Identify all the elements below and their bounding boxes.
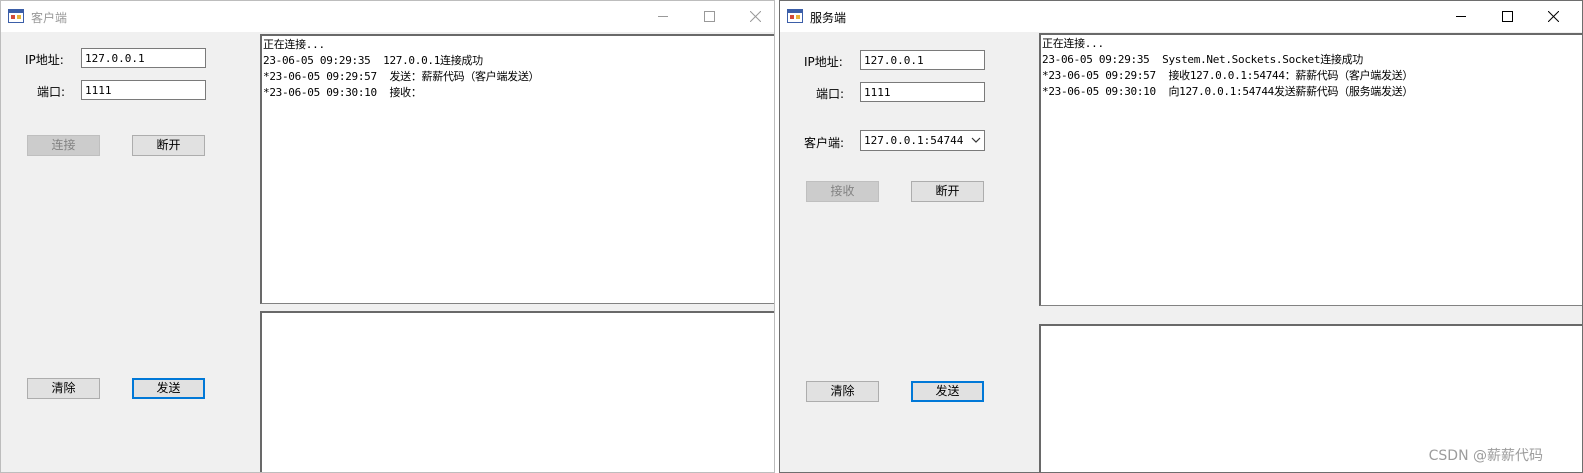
ip-input[interactable]: 127.0.0.1 [860, 50, 985, 70]
log-line: *23-06-05 09:29:57 发送：薪薪代码（客户端发送） [263, 70, 540, 83]
maximize-button[interactable] [1485, 1, 1531, 32]
clear-button[interactable]: 清除 [806, 381, 879, 402]
send-textbox[interactable] [260, 311, 774, 472]
client-label: 客户端: [804, 136, 845, 150]
close-icon [1548, 11, 1559, 22]
minimize-icon [658, 16, 668, 17]
port-label: 端口: [37, 85, 66, 99]
receive-button[interactable]: 接收 [806, 181, 879, 202]
window-title: 服务端 [810, 11, 847, 25]
log-textbox[interactable]: 正在连接... 23-06-05 09:29:35 System.Net.Soc… [1039, 33, 1582, 306]
log-line: 23-06-05 09:29:35 127.0.0.1连接成功 [263, 54, 483, 67]
port-label: 端口: [816, 87, 845, 101]
client-select-value: 127.0.0.1:54744 [864, 134, 964, 147]
app-icon [787, 9, 803, 23]
port-input[interactable]: 1111 [81, 80, 206, 100]
minimize-button[interactable] [641, 1, 687, 32]
disconnect-button[interactable]: 断开 [911, 181, 984, 202]
disconnect-button[interactable]: 断开 [132, 135, 205, 156]
client-window: 客户端 IP地址: 127.0.0.1 端口: 1111 连接 断开 清除 发送… [0, 0, 775, 473]
log-line: 23-06-05 09:29:35 System.Net.Sockets.Soc… [1042, 53, 1363, 66]
maximize-icon [704, 11, 715, 22]
log-line: *23-06-05 09:29:57 接收127.0.0.1:54744：薪薪代… [1042, 69, 1414, 82]
minimize-icon [1456, 16, 1466, 17]
server-window: 服务端 IP地址: 127.0.0.1 端口: 1111 客户端: 127.0.… [779, 0, 1583, 473]
log-line: 正在连接... [1042, 37, 1104, 50]
ip-label: IP地址: [25, 53, 64, 67]
close-icon [750, 11, 761, 22]
send-button[interactable]: 发送 [132, 378, 205, 399]
log-line: 正在连接... [263, 38, 325, 51]
minimize-button[interactable] [1439, 1, 1485, 32]
maximize-button[interactable] [687, 1, 733, 32]
connect-button[interactable]: 连接 [27, 135, 100, 156]
send-button[interactable]: 发送 [911, 381, 984, 402]
watermark: CSDN @薪薪代码 [1428, 448, 1543, 464]
close-button[interactable] [733, 1, 774, 32]
server-titlebar[interactable]: 服务端 [780, 1, 1582, 32]
ip-input[interactable]: 127.0.0.1 [81, 48, 206, 68]
chevron-down-icon [971, 137, 981, 143]
window-title: 客户端 [31, 11, 68, 25]
client-select[interactable]: 127.0.0.1:54744 [860, 130, 985, 151]
client-titlebar[interactable]: 客户端 [1, 1, 774, 32]
close-button[interactable] [1531, 1, 1577, 32]
clear-button[interactable]: 清除 [27, 378, 100, 399]
app-icon [8, 9, 24, 23]
log-line: *23-06-05 09:30:10 接收： [263, 86, 422, 99]
log-line: *23-06-05 09:30:10 向127.0.0.1:54744发送薪薪代… [1042, 85, 1414, 98]
maximize-icon [1502, 11, 1513, 22]
ip-label: IP地址: [804, 55, 843, 69]
log-textbox[interactable]: 正在连接... 23-06-05 09:29:35 127.0.0.1连接成功 … [260, 34, 774, 304]
port-input[interactable]: 1111 [860, 82, 985, 102]
